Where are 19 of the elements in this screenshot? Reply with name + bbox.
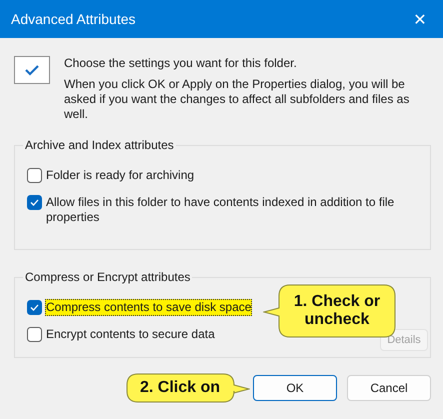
- checkbox[interactable]: [27, 327, 42, 342]
- group-title: Compress or Encrypt attributes: [24, 270, 192, 284]
- close-button[interactable]: ✕: [397, 0, 443, 38]
- intro-heading: Choose the settings you want for this folder.: [64, 56, 298, 71]
- callout-text: 1. Check or uncheck: [292, 293, 382, 329]
- checkbox[interactable]: [27, 195, 42, 210]
- group-title: Archive and Index attributes: [24, 138, 175, 152]
- checkbox-label: Compress contents to save disk space: [45, 299, 252, 316]
- ok-button[interactable]: OK: [253, 375, 337, 401]
- cancel-button[interactable]: Cancel: [347, 375, 431, 401]
- intro-text: When you click OK or Apply on the Properties dialog, you will be asked if you want the changes to affect all subfolders and files as well.: [64, 77, 410, 122]
- checkbox[interactable]: [27, 168, 42, 183]
- callout-text: 2. Click on: [140, 379, 220, 397]
- checkbox-label: Allow files in this folder to have contents indexed in addition to file properties: [45, 194, 396, 226]
- window-title: Advanced Attributes: [11, 11, 136, 27]
- checkbox[interactable]: [27, 300, 42, 315]
- checkbox-icon: [14, 56, 50, 84]
- checkbox-label: Folder is ready for archiving: [45, 167, 196, 184]
- checkbox-label: Encrypt contents to secure data: [45, 326, 216, 343]
